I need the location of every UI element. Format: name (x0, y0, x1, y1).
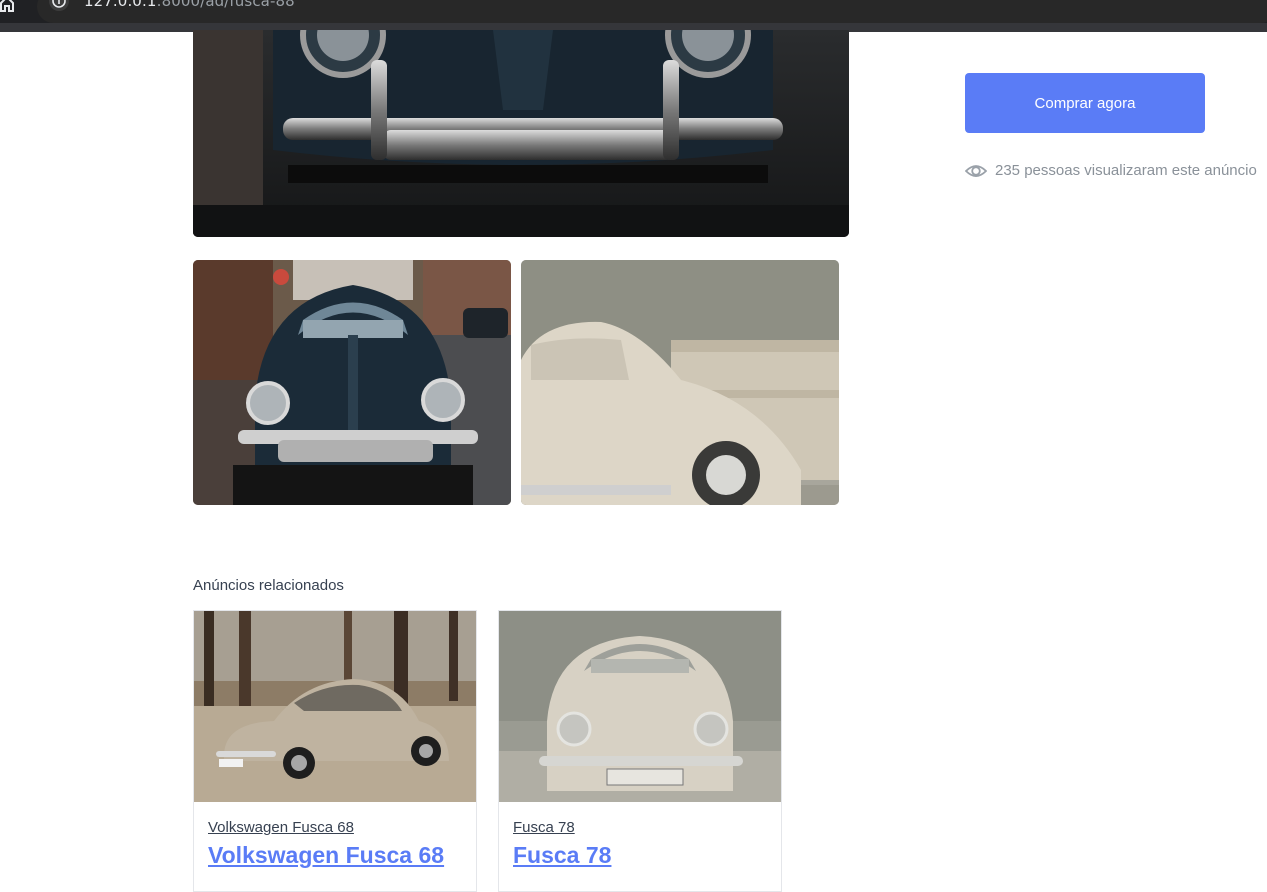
related-ad-title-link[interactable]: Fusca 78 (513, 842, 611, 869)
buy-now-button[interactable]: Comprar agora (965, 73, 1205, 133)
related-ad-title-link[interactable]: Volkswagen Fusca 68 (208, 842, 444, 869)
address-bar-url[interactable]: 127.0.0.1:8000/ad/fusca-88 (84, 0, 295, 10)
related-ad-subtitle[interactable]: Volkswagen Fusca 68 (208, 819, 354, 836)
info-icon[interactable] (48, 0, 70, 12)
main-photo[interactable] (193, 30, 849, 237)
related-ad-image[interactable] (499, 611, 781, 802)
eye-icon (965, 165, 987, 177)
gallery-thumbnail[interactable] (521, 260, 839, 505)
views-text: 235 pessoas visualizaram este anúncio (995, 162, 1257, 179)
home-icon[interactable] (0, 0, 14, 12)
url-host: 127.0.0.1 (84, 0, 157, 10)
browser-toolbar: 127.0.0.1:8000/ad/fusca-88 (0, 0, 1267, 32)
related-ad-card[interactable]: Fusca 78 Fusca 78 (498, 610, 782, 892)
related-ad-subtitle[interactable]: Fusca 78 (513, 819, 575, 836)
related-ad-image[interactable] (194, 611, 476, 802)
related-ads-heading: Anúncios relacionados (193, 577, 344, 594)
related-ad-card[interactable]: Volkswagen Fusca 68 Volkswagen Fusca 68 (193, 610, 477, 892)
gallery-thumbnail[interactable] (193, 260, 511, 505)
url-path: :8000/ad/fusca-88 (156, 0, 295, 10)
